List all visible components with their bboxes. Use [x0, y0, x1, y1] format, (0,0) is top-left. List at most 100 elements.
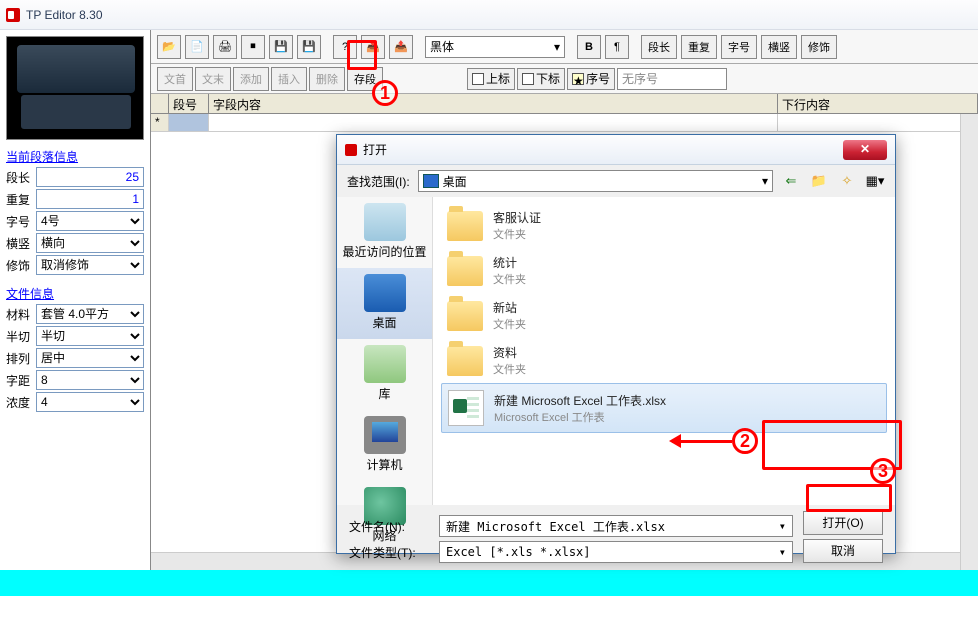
section-file-info: 文件信息: [6, 285, 144, 302]
banqie-select[interactable]: 半切: [36, 326, 144, 346]
duanchang-label: 段长: [6, 169, 36, 186]
row-marker: *: [151, 114, 169, 131]
ziju-label: 字距: [6, 372, 36, 389]
titlebar: TP Editor 8.30: [0, 0, 978, 30]
filename-input[interactable]: 新建 Microsoft Excel 工作表.xlsx▾: [439, 515, 793, 537]
sequence-toggle[interactable]: ★序号: [567, 68, 615, 90]
duanchang-button[interactable]: 段长: [641, 35, 677, 59]
cunduan-button[interactable]: 存段: [347, 67, 383, 91]
save-as-icon[interactable]: 💾: [297, 35, 321, 59]
list-item[interactable]: 新站文件夹: [441, 293, 887, 338]
xiushi-select[interactable]: 取消修饰: [36, 255, 144, 275]
chongfu-value[interactable]: 1: [36, 189, 144, 209]
lookin-label: 查找范围(I):: [347, 173, 410, 190]
view-menu-icon[interactable]: ▦▾: [865, 171, 885, 191]
tianjia-button[interactable]: 添加: [233, 67, 269, 91]
nongdu-select[interactable]: 4: [36, 392, 144, 412]
zihao-label: 字号: [6, 213, 36, 230]
pailie-select[interactable]: 居中: [36, 348, 144, 368]
stop-icon[interactable]: ⏹: [241, 35, 265, 59]
hengshu-select[interactable]: 横向: [36, 233, 144, 253]
lookin-combo[interactable]: 桌面 ▾: [418, 170, 773, 192]
banqie-label: 半切: [6, 328, 36, 345]
shanchu-button[interactable]: 删除: [309, 67, 345, 91]
app-title: TP Editor 8.30: [26, 8, 103, 22]
folder-icon: [447, 346, 483, 376]
chongfu-button[interactable]: 重复: [681, 35, 717, 59]
scrollbar-vertical[interactable]: [960, 114, 978, 570]
folder-icon: [447, 256, 483, 286]
hengshu-button[interactable]: 横竖: [761, 35, 797, 59]
table-row[interactable]: *: [151, 114, 978, 132]
grid-header-col1: 段号: [169, 94, 209, 113]
import-icon[interactable]: 📥: [361, 35, 385, 59]
open-icon[interactable]: 📂: [157, 35, 181, 59]
subscript-toggle[interactable]: 下标: [517, 68, 565, 90]
save-icon[interactable]: 💾: [269, 35, 293, 59]
up-folder-icon[interactable]: 📁: [809, 171, 829, 191]
cancel-button[interactable]: 取消: [803, 539, 883, 563]
device-image: [6, 36, 144, 140]
toolbar-main: 📂 📄 🖨 ⏹ 💾 💾 ? 📥 📤 黑体▾ B ¶ 段长 重复 字号 横竖 修饰: [151, 30, 978, 64]
filetype-select[interactable]: Excel [*.xls *.xlsx]▾: [439, 541, 793, 563]
open-dialog: 打开 ✕ 查找范围(I): 桌面 ▾ ⇐ 📁 ✧ ▦▾ 最近访问的位置 桌面 库…: [336, 134, 896, 554]
desktop-icon: [423, 174, 439, 188]
filetype-label: 文件类型(T):: [349, 544, 429, 561]
nongdu-label: 浓度: [6, 394, 36, 411]
superscript-toggle[interactable]: 上标: [467, 68, 515, 90]
place-desktop[interactable]: 桌面: [337, 268, 432, 339]
place-recent[interactable]: 最近访问的位置: [337, 197, 432, 268]
place-library[interactable]: 库: [337, 339, 432, 410]
duanchang-value[interactable]: 25: [36, 167, 144, 187]
place-computer[interactable]: 计算机: [337, 410, 432, 481]
cailiao-select[interactable]: 套管 4.0平方: [36, 304, 144, 324]
open-button[interactable]: 打开(O): [803, 511, 883, 535]
section-current-paragraph: 当前段落信息: [6, 148, 144, 165]
folder-icon: [447, 301, 483, 331]
close-button[interactable]: ✕: [843, 140, 887, 160]
bold-button[interactable]: B: [577, 35, 601, 59]
app-logo-icon: [6, 8, 20, 22]
folder-icon: [447, 211, 483, 241]
wenshuo-button[interactable]: 文首: [157, 67, 193, 91]
dialog-logo-icon: [345, 144, 357, 156]
pailie-label: 排列: [6, 350, 36, 367]
dialog-bottom: 文件名(N): 新建 Microsoft Excel 工作表.xlsx▾ 文件类…: [337, 505, 895, 573]
help-icon[interactable]: ?: [333, 35, 357, 59]
grid-header-col3: 下行内容: [778, 94, 978, 113]
toolbar-secondary: 文首 文末 添加 插入 删除 存段 上标 下标 ★序号 无序号: [151, 64, 978, 94]
print-icon[interactable]: 🖨: [213, 35, 237, 59]
file-list: 客服认证文件夹 统计文件夹 新站文件夹 资料文件夹 新建 Microsoft E…: [433, 197, 895, 505]
noindex-input[interactable]: 无序号: [617, 68, 727, 90]
export-icon[interactable]: 📤: [389, 35, 413, 59]
hengshu-label: 横竖: [6, 235, 36, 252]
list-item[interactable]: 统计文件夹: [441, 248, 887, 293]
font-select[interactable]: 黑体▾: [425, 36, 565, 58]
cell-duanhao[interactable]: [169, 114, 209, 131]
status-bar: [0, 570, 978, 596]
places-bar: 最近访问的位置 桌面 库 计算机 网络: [337, 197, 433, 505]
wenmo-button[interactable]: 文末: [195, 67, 231, 91]
zihao-select[interactable]: 4号: [36, 211, 144, 231]
annotation-arrow-2: [672, 440, 732, 443]
list-item[interactable]: 资料文件夹: [441, 338, 887, 383]
xiushi-label: 修饰: [6, 257, 36, 274]
dialog-title: 打开: [363, 141, 843, 158]
chongfu-label: 重复: [6, 191, 36, 208]
zihao-button[interactable]: 字号: [721, 35, 757, 59]
back-icon[interactable]: ⇐: [781, 171, 801, 191]
grid-header-col2: 字段内容: [209, 94, 778, 113]
ziju-select[interactable]: 8: [36, 370, 144, 390]
new-folder-icon[interactable]: ✧: [837, 171, 857, 191]
xiushi-button[interactable]: 修饰: [801, 35, 837, 59]
filename-label: 文件名(N):: [349, 518, 429, 535]
cell-content[interactable]: [209, 114, 778, 131]
list-item[interactable]: 客服认证文件夹: [441, 203, 887, 248]
left-panel: 当前段落信息 段长25 重复1 字号4号 横竖横向 修饰取消修饰 文件信息 材料…: [0, 30, 150, 570]
charu-button[interactable]: 插入: [271, 67, 307, 91]
new-icon[interactable]: 📄: [185, 35, 209, 59]
cell-next[interactable]: [778, 114, 978, 131]
dialog-toolbar: 查找范围(I): 桌面 ▾ ⇐ 📁 ✧ ▦▾: [337, 165, 895, 197]
paragraph-button[interactable]: ¶: [605, 35, 629, 59]
list-item-selected[interactable]: 新建 Microsoft Excel 工作表.xlsxMicrosoft Exc…: [441, 383, 887, 433]
